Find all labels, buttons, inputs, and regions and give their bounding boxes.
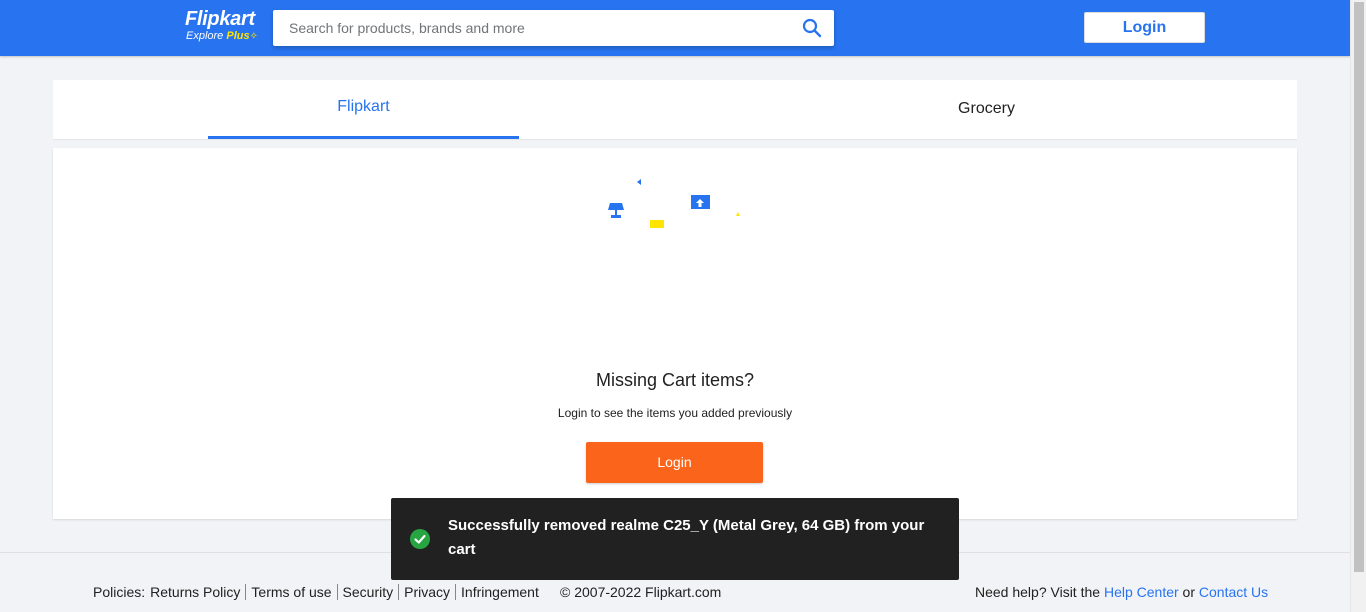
help-or: or xyxy=(1182,584,1195,600)
plus-star-icon: ✧ xyxy=(249,31,258,42)
top-header: Flipkart Explore Plus✧ Login xyxy=(0,0,1350,56)
footer-policies: Policies: Returns Policy Terms of use Secur… xyxy=(93,584,539,600)
cart-login-button[interactable]: Login xyxy=(586,442,763,483)
privacy-link[interactable]: Privacy xyxy=(404,584,450,600)
cart-tabs: Flipkart Grocery xyxy=(53,80,1297,139)
empty-cart-illustration xyxy=(608,179,740,228)
footer-separator xyxy=(455,584,457,600)
security-link[interactable]: Security xyxy=(343,584,394,600)
missing-cart-title: Missing Cart items? xyxy=(595,370,755,390)
header-login-button[interactable]: Login xyxy=(1084,12,1205,43)
tab-flipkart[interactable]: Flipkart xyxy=(208,80,519,139)
terms-of-use-link[interactable]: Terms of use xyxy=(251,584,331,600)
search-input[interactable] xyxy=(273,10,793,46)
footer-help: Need help? Visit the Help Center or Cont… xyxy=(975,584,1268,600)
returns-policy-link[interactable]: Returns Policy xyxy=(150,584,240,600)
contact-us-link[interactable]: Contact Us xyxy=(1199,584,1268,600)
page: Flipkart Explore Plus✧ Login Flipkart Gr… xyxy=(0,0,1366,612)
logo-name: Flipkart xyxy=(185,8,255,30)
policies-label: Policies: xyxy=(93,584,146,600)
missing-cart-subtitle: Login to see the items you added previou… xyxy=(557,406,793,420)
search-bar xyxy=(273,10,834,46)
infringement-link[interactable]: Infringement xyxy=(461,584,539,600)
help-prefix: Need help? Visit the xyxy=(975,584,1101,600)
toast-message: Successfully removed realme C25_Y (Metal… xyxy=(448,517,925,558)
help-center-link[interactable]: Help Center xyxy=(1104,584,1179,600)
success-check-icon xyxy=(409,528,431,550)
page-scrollbar[interactable] xyxy=(1350,0,1366,612)
logo-tagline: Explore Plus✧ xyxy=(186,30,265,43)
footer: Policies: Returns Policy Terms of use Secur… xyxy=(0,584,1350,604)
footer-separator xyxy=(336,584,338,600)
tab-grocery[interactable]: Grocery xyxy=(831,80,1142,139)
empty-cart-card: Missing Cart items? Login to see the ite… xyxy=(53,148,1297,519)
logo-plus: Plus xyxy=(226,30,250,42)
flipkart-logo[interactable]: Flipkart Explore Plus✧ xyxy=(185,8,265,48)
search-icon[interactable] xyxy=(802,18,822,38)
footer-separator xyxy=(398,584,400,600)
logo-explore: Explore xyxy=(186,30,224,42)
scrollbar-thumb[interactable] xyxy=(1354,2,1364,572)
copyright: © 2007-2022 Flipkart.com xyxy=(560,584,722,600)
toast-notification: Successfully removed realme C25_Y (Metal… xyxy=(391,498,959,580)
footer-separator xyxy=(245,584,247,600)
